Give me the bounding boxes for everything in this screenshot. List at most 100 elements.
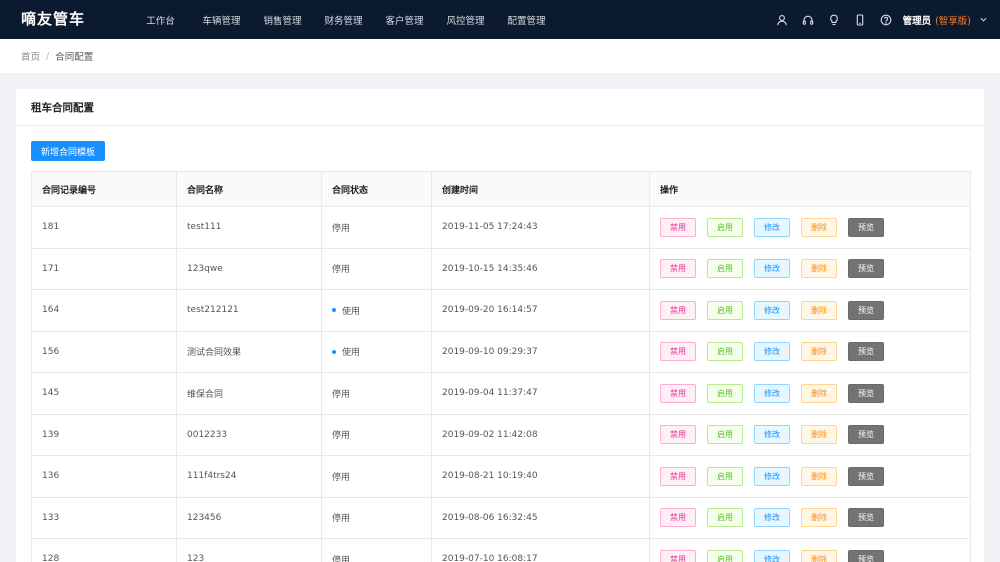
cell-contract-name: 123 <box>176 538 322 562</box>
delete-button[interactable]: 删除 <box>801 425 837 445</box>
cell-created-time: 2019-10-15 14:35:46 <box>431 247 650 290</box>
app-logo[interactable]: 嘀友管车 <box>21 8 85 29</box>
delete-button[interactable]: 删除 <box>801 342 837 362</box>
enable-button[interactable]: 启用 <box>707 300 743 320</box>
user-icon[interactable] <box>769 0 795 39</box>
enable-button[interactable]: 启用 <box>707 259 743 279</box>
breadcrumb-separator: / <box>46 50 50 62</box>
row-actions: 禁用 启用 修改 删除 预览 <box>660 549 970 562</box>
edit-button[interactable]: 修改 <box>754 300 790 320</box>
user-name: 管理员 <box>902 15 932 27</box>
chevron-down-icon[interactable] <box>978 15 988 25</box>
help-icon[interactable] <box>873 0 899 39</box>
enable-button[interactable]: 启用 <box>707 549 743 562</box>
contracts-table: 合同记录编号 合同名称 合同状态 创建时间 操作 181 test111 停用 201… <box>31 171 971 562</box>
nav-item-sales[interactable]: 销售管理 <box>252 13 313 27</box>
preview-button[interactable]: 预览 <box>848 508 884 528</box>
row-actions: 禁用 启用 修改 删除 预览 <box>660 383 970 403</box>
status-dot <box>332 308 336 313</box>
status-dot <box>332 349 336 354</box>
enable-button[interactable]: 启用 <box>707 217 743 237</box>
cell-actions: 禁用 启用 修改 删除 预览 <box>649 289 971 332</box>
edit-button[interactable]: 修改 <box>754 259 790 279</box>
cell-contract-name: test111 <box>176 206 322 249</box>
delete-button[interactable]: 删除 <box>801 549 837 562</box>
disable-button[interactable]: 禁用 <box>660 466 696 486</box>
headset-icon[interactable] <box>795 0 821 39</box>
delete-button[interactable]: 删除 <box>801 466 837 486</box>
cell-contract-name: 测试合同效果 <box>176 330 322 373</box>
delete-button[interactable]: 删除 <box>801 259 837 279</box>
breadcrumb-home[interactable]: 首页 <box>21 49 40 63</box>
cell-contract-id: 164 <box>31 289 177 332</box>
cell-status: 停用 <box>321 247 432 290</box>
delete-button[interactable]: 删除 <box>801 383 837 403</box>
disable-button[interactable]: 禁用 <box>660 217 696 237</box>
enable-button[interactable]: 启用 <box>707 342 743 362</box>
table-row: 139 0012233 停用 2019-09-02 11:42:08 禁用 启用 修改 删除预… <box>31 413 971 456</box>
cell-created-time: 2019-11-05 17:24:43 <box>431 206 650 249</box>
disable-button[interactable]: 禁用 <box>660 259 696 279</box>
table-header-row: 合同记录编号 合同名称 合同状态 创建时间 操作 <box>31 171 971 207</box>
preview-button[interactable]: 预览 <box>848 300 884 320</box>
preview-button[interactable]: 预览 <box>848 259 884 279</box>
edit-button[interactable]: 修改 <box>754 466 790 486</box>
row-actions: 禁用 启用 修改 删除 预览 <box>660 508 970 528</box>
status-text: 停用 <box>332 472 351 483</box>
status-text: 停用 <box>332 223 351 234</box>
breadcrumb-current: 合同配置 <box>55 52 94 63</box>
edit-button[interactable]: 修改 <box>754 342 790 362</box>
cell-created-time: 2019-07-10 16:08:17 <box>431 538 650 562</box>
preview-button[interactable]: 预览 <box>848 383 884 403</box>
edit-button[interactable]: 修改 <box>754 383 790 403</box>
nav-item-vehicles[interactable]: 车辆管理 <box>191 13 252 27</box>
nav-item-customers[interactable]: 客户管理 <box>374 13 435 27</box>
disable-button[interactable]: 禁用 <box>660 342 696 362</box>
bulb-icon[interactable] <box>821 0 847 39</box>
preview-button[interactable]: 预览 <box>848 425 884 445</box>
status-text: 停用 <box>332 514 351 525</box>
cell-contract-name: 0012233 <box>176 413 322 456</box>
table-row: 133 123456 停用 2019-08-06 16:32:45 禁用 启用 修改 删除 预览 <box>31 496 971 539</box>
top-navbar: 嘀友管车 工作台 车辆管理 销售管理 财务管理 客户管理 风控管理 配置管理 管… <box>0 0 1000 39</box>
edit-button[interactable]: 修改 <box>754 217 790 237</box>
nav-item-config[interactable]: 配置管理 <box>496 13 557 27</box>
disable-button[interactable]: 禁用 <box>660 549 696 562</box>
status-text: 停用 <box>332 431 351 442</box>
disable-button[interactable]: 禁用 <box>660 508 696 528</box>
disable-button[interactable]: 禁用 <box>660 425 696 445</box>
cell-actions: 禁用 启用 修改 删除 预览 <box>649 330 971 373</box>
delete-button[interactable]: 删除 <box>801 217 837 237</box>
header-tools: 管理员 (智享版) <box>769 0 1000 39</box>
edit-button[interactable]: 修改 <box>754 549 790 562</box>
enable-button[interactable]: 启用 <box>707 466 743 486</box>
preview-button[interactable]: 预览 <box>848 217 884 237</box>
cell-contract-id: 145 <box>31 372 177 415</box>
page-title: 租车合同配置 <box>31 101 94 114</box>
column-header-created: 创建时间 <box>431 171 650 207</box>
cell-status: 使用 <box>321 330 432 373</box>
cell-contract-id: 133 <box>31 496 177 539</box>
nav-item-finance[interactable]: 财务管理 <box>313 13 374 27</box>
mobile-icon[interactable] <box>847 0 873 39</box>
add-template-button[interactable]: 新增合同模板 <box>31 141 106 161</box>
delete-button[interactable]: 删除 <box>801 300 837 320</box>
nav-item-risk[interactable]: 风控管理 <box>435 13 496 27</box>
user-menu[interactable]: 管理员 (智享版) <box>903 13 988 27</box>
preview-button[interactable]: 预览 <box>848 466 884 486</box>
enable-button[interactable]: 启用 <box>707 425 743 445</box>
cell-contract-name: 123456 <box>176 496 322 539</box>
cell-actions: 禁用 启用 修改 删除 预览 <box>649 247 971 290</box>
edit-button[interactable]: 修改 <box>754 425 790 445</box>
preview-button[interactable]: 预览 <box>848 342 884 362</box>
edit-button[interactable]: 修改 <box>754 508 790 528</box>
enable-button[interactable]: 启用 <box>707 383 743 403</box>
enable-button[interactable]: 启用 <box>707 508 743 528</box>
cell-created-time: 2019-09-20 16:14:57 <box>431 289 650 332</box>
disable-button[interactable]: 禁用 <box>660 300 696 320</box>
cell-created-time: 2019-09-02 11:42:08 <box>431 413 650 456</box>
nav-item-workbench[interactable]: 工作台 <box>130 13 191 27</box>
disable-button[interactable]: 禁用 <box>660 383 696 403</box>
delete-button[interactable]: 删除 <box>801 508 837 528</box>
preview-button[interactable]: 预览 <box>848 549 884 562</box>
